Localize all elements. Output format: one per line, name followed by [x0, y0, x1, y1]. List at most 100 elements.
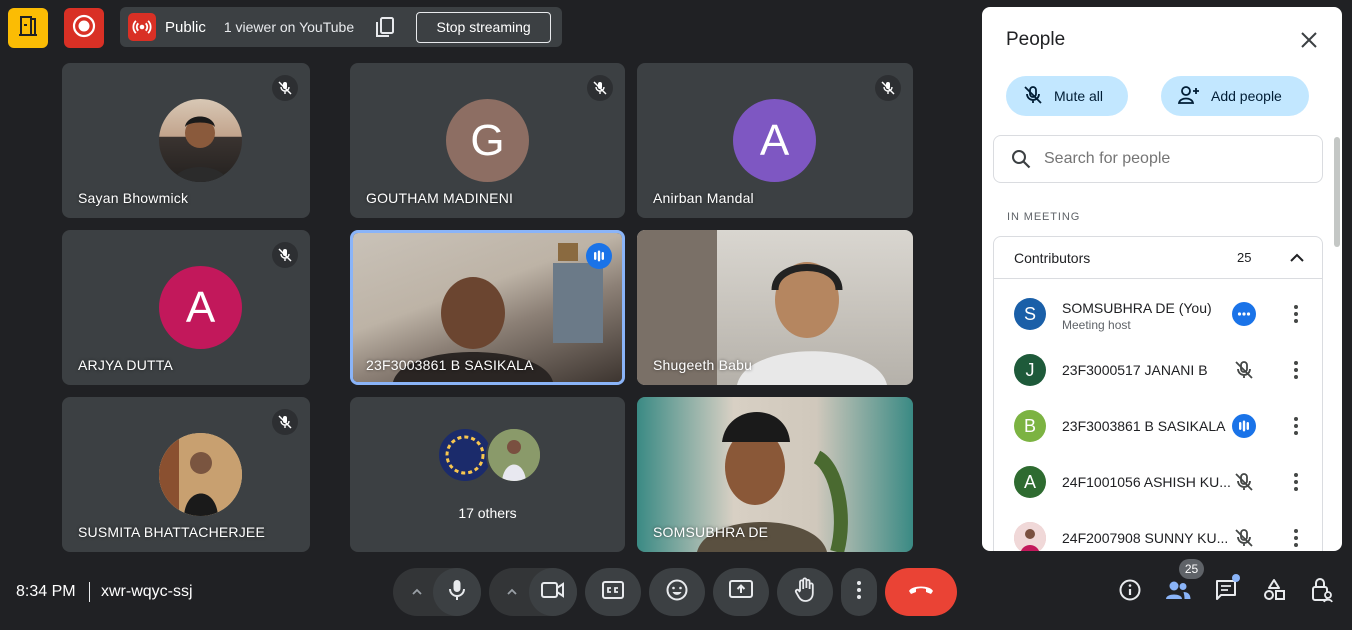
- participant-name: GOUTHAM MADINENI: [366, 190, 514, 206]
- stream-visibility: Public: [165, 18, 206, 36]
- contributors-group: Contributors 25 S SOMSUBHRA DE (You) Mee…: [993, 236, 1323, 551]
- reactions-button[interactable]: [649, 568, 705, 616]
- participant-name: SUSMITA BHATTACHERJEE: [78, 524, 265, 540]
- participant-name: 23F3003861 B SASIKALA: [366, 357, 534, 373]
- panel-scrollbar[interactable]: [1334, 137, 1340, 247]
- leave-call-button[interactable]: [885, 568, 957, 616]
- add-person-icon: [1177, 84, 1201, 109]
- camera-button[interactable]: [529, 568, 577, 616]
- participant-row[interactable]: 24F2007908 SUNNY KU...: [994, 510, 1322, 551]
- contributors-label: Contributors: [1014, 249, 1091, 266]
- participant-name: SOMSUBHRA DE: [653, 524, 769, 540]
- participant-name: Anirban Mandal: [653, 190, 754, 206]
- recording-button[interactable]: [64, 8, 104, 48]
- section-heading: IN MEETING: [1007, 211, 1081, 223]
- door-icon: [16, 14, 40, 43]
- participant-tile[interactable]: SUSMITA BHATTACHERJEE: [62, 397, 310, 552]
- more-options-icon[interactable]: [1284, 414, 1308, 438]
- participant-row[interactable]: B 23F3003861 B SASIKALA: [994, 398, 1322, 454]
- more-options-button[interactable]: [841, 568, 877, 616]
- contributors-header[interactable]: Contributors 25: [994, 237, 1322, 279]
- people-button[interactable]: [1164, 578, 1192, 606]
- mic-off-icon: [1232, 526, 1256, 550]
- mic-options-chevron-icon[interactable]: [399, 568, 435, 616]
- profile-photo: [159, 433, 242, 516]
- avatar-letter: G: [446, 99, 529, 182]
- microphone-button[interactable]: [433, 568, 481, 616]
- hand-icon: [794, 577, 816, 608]
- participant-name: Sayan Bhowmick: [78, 190, 189, 206]
- participant-name: ARJYA DUTTA: [78, 357, 174, 373]
- captions-button[interactable]: [585, 568, 641, 616]
- stream-viewer-count: 1 viewer on YouTube: [223, 19, 355, 35]
- mic-off-icon: [587, 75, 613, 101]
- activities-panel-button[interactable]: [1260, 578, 1288, 606]
- others-tile[interactable]: 17 others: [350, 397, 625, 552]
- participant-avatar: S: [1014, 298, 1046, 330]
- search-box[interactable]: [993, 135, 1323, 183]
- active-speaker-tile[interactable]: 23F3003861 B SASIKALA: [350, 230, 625, 385]
- copy-link-icon[interactable]: [374, 16, 396, 38]
- participant-tile[interactable]: A ARJYA DUTTA: [62, 230, 310, 385]
- record-icon: [71, 13, 97, 44]
- participant-row[interactable]: S SOMSUBHRA DE (You) Meeting host: [994, 286, 1322, 342]
- chat-notification-dot: [1232, 574, 1240, 582]
- people-count-badge: 25: [1179, 559, 1204, 579]
- participant-tile[interactable]: G GOUTHAM MADINENI: [350, 63, 625, 218]
- emoji-icon: [665, 578, 689, 607]
- avatar-letter: A: [733, 99, 816, 182]
- mic-off-icon: [875, 75, 901, 101]
- panel-title: People: [1006, 29, 1066, 50]
- avatar-letter: A: [159, 266, 242, 349]
- participant-avatar: J: [1014, 354, 1046, 386]
- speaking-indicator-icon: [1232, 414, 1256, 438]
- group-avatar: [486, 427, 542, 483]
- more-options-icon[interactable]: [1284, 302, 1308, 326]
- mic-off-icon: [1232, 470, 1256, 494]
- profile-photo: [159, 99, 242, 182]
- activities-button[interactable]: [8, 8, 48, 48]
- participant-tile[interactable]: Sayan Bhowmick: [62, 63, 310, 218]
- participant-tile[interactable]: Shugeeth Babu: [637, 230, 913, 385]
- microphone-icon: [446, 578, 468, 607]
- add-people-button[interactable]: Add people: [1161, 76, 1309, 116]
- host-controls-button[interactable]: [1308, 577, 1336, 608]
- group-avatar: [437, 427, 493, 483]
- more-options-icon[interactable]: [1284, 358, 1308, 382]
- people-icon: [1165, 579, 1191, 606]
- participant-photo: [1014, 522, 1046, 551]
- others-count-label: 17 others: [458, 505, 517, 521]
- more-options-icon[interactable]: [1284, 470, 1308, 494]
- participant-name: Shugeeth Babu: [653, 357, 753, 373]
- mic-off-icon: [272, 242, 298, 268]
- participant-tile[interactable]: SOMSUBHRA DE: [637, 397, 913, 552]
- mic-off-icon: [1232, 358, 1256, 382]
- mic-off-icon: [1022, 84, 1044, 109]
- mute-all-label: Mute all: [1054, 88, 1104, 104]
- streaming-status-bar: Public 1 viewer on YouTube Stop streamin…: [120, 7, 562, 47]
- more-options-icon[interactable]: [1284, 526, 1308, 550]
- meeting-details-button[interactable]: [1116, 578, 1144, 606]
- add-people-label: Add people: [1211, 88, 1282, 104]
- chevron-up-icon[interactable]: [1288, 249, 1306, 270]
- camera-options-chevron-icon[interactable]: [494, 568, 530, 616]
- search-input[interactable]: [1044, 150, 1294, 168]
- present-screen-button[interactable]: [713, 568, 769, 616]
- clock: 8:34 PM: [16, 583, 76, 600]
- participant-tile[interactable]: A Anirban Mandal: [637, 63, 913, 218]
- participant-row[interactable]: A 24F1001056 ASHISH KU...: [994, 454, 1322, 510]
- info-icon: [1118, 578, 1142, 607]
- lock-person-icon: [1310, 577, 1334, 608]
- close-icon[interactable]: [1296, 27, 1322, 53]
- participant-row[interactable]: J 23F3000517 JANANI B: [994, 342, 1322, 398]
- mute-all-button[interactable]: Mute all: [1006, 76, 1128, 116]
- contributors-count: 25: [1237, 250, 1252, 265]
- chat-button[interactable]: [1212, 578, 1240, 606]
- live-broadcast-icon: [128, 13, 156, 41]
- participant-name: SOMSUBHRA DE (You): [1062, 300, 1212, 316]
- meeting-code: xwr-wqyc-ssj: [101, 583, 193, 600]
- participant-name: 24F2007908 SUNNY KU...: [1062, 530, 1229, 546]
- speaking-indicator-icon: [586, 243, 612, 269]
- stop-streaming-button[interactable]: Stop streaming: [416, 11, 552, 43]
- raise-hand-button[interactable]: [777, 568, 833, 616]
